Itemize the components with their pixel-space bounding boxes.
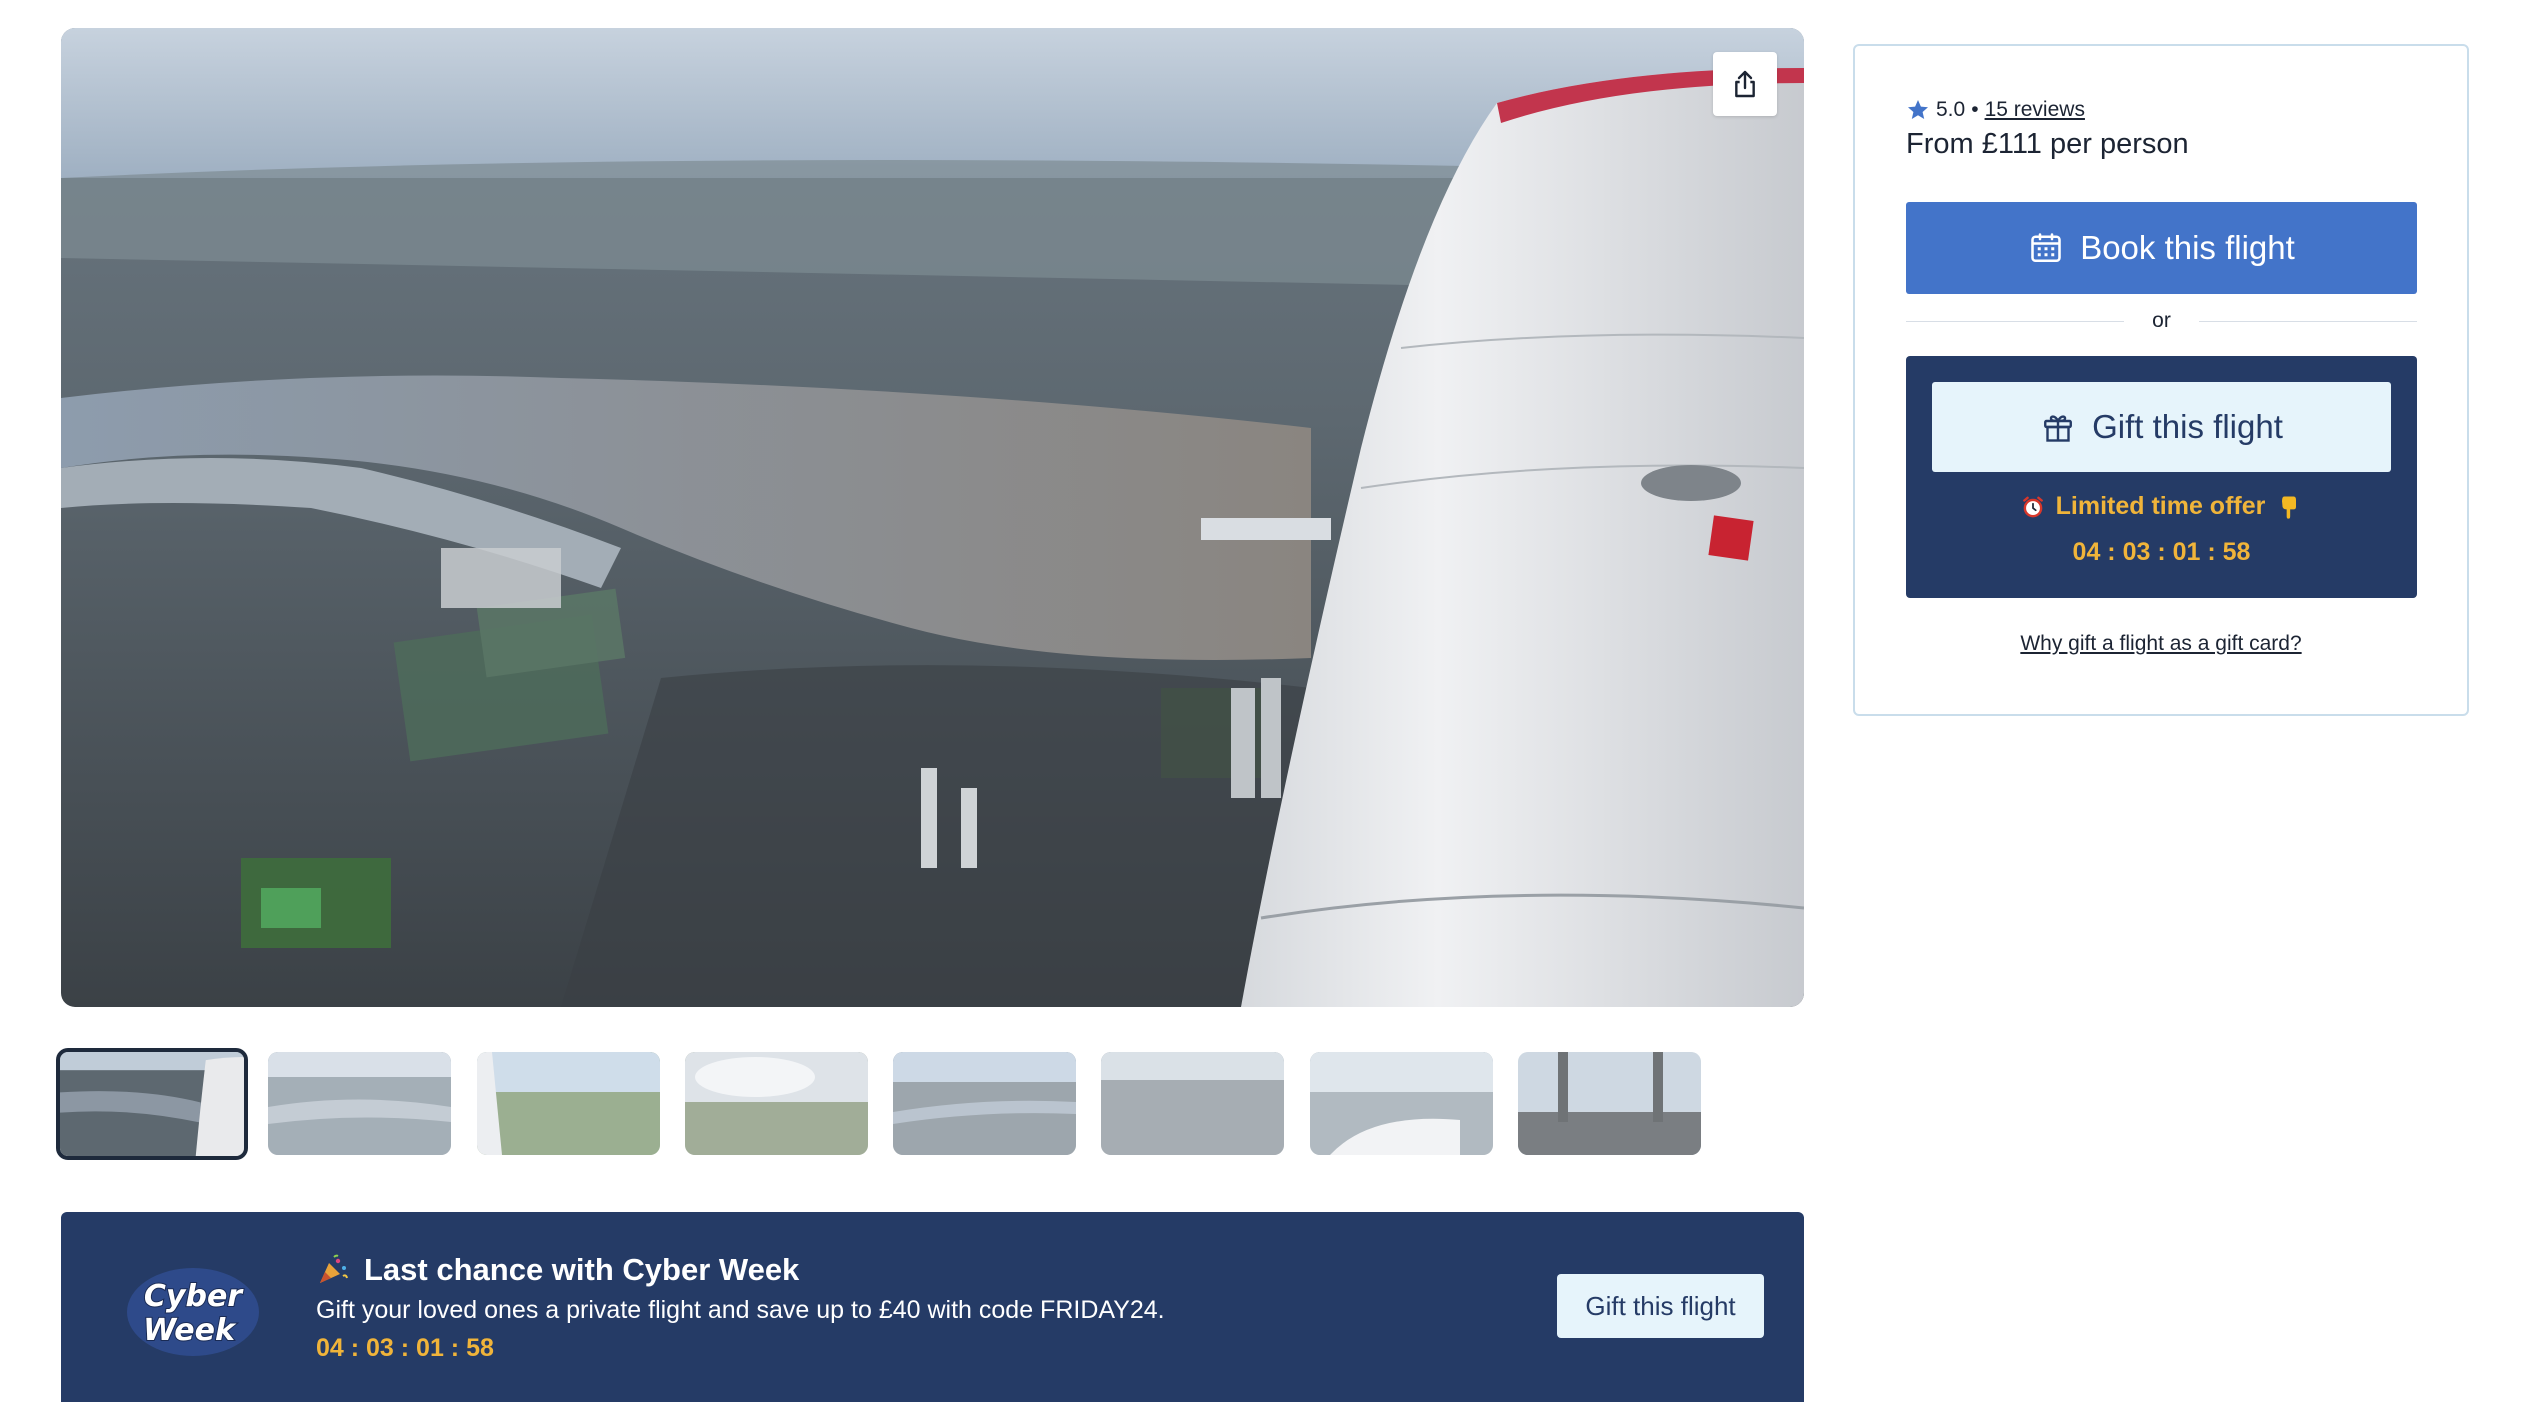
gift-flight-button[interactable]: Gift this flight <box>1932 382 2391 472</box>
divider-line <box>1906 320 2125 322</box>
limited-offer-label: Limited time offer <box>2055 492 2266 520</box>
thumbnail-image <box>268 1052 451 1155</box>
share-button[interactable] <box>1713 52 1777 116</box>
thumbnail-3[interactable] <box>477 1052 660 1155</box>
svg-text:Cyber: Cyber <box>144 1279 244 1314</box>
booking-card: 5.0 • 15 reviews From £111 per person Bo… <box>1853 44 2469 716</box>
thumbnail-4[interactable] <box>685 1052 868 1155</box>
thumbnail-image <box>1310 1052 1493 1155</box>
thumbnail-8[interactable] <box>1518 1052 1701 1155</box>
thumbnail-image <box>477 1052 660 1155</box>
rating-value: 5.0 <box>1936 98 1966 121</box>
thumbnail-image <box>1518 1052 1701 1155</box>
alarm-clock-icon <box>2022 496 2043 517</box>
book-flight-label: Book this flight <box>2080 229 2295 266</box>
thumbnail-image <box>1101 1052 1284 1155</box>
promo-gift-button[interactable]: Gift this flight <box>1557 1274 1764 1338</box>
aerial-photo <box>61 28 1804 1007</box>
promo-description: Gift your loved ones a private flight an… <box>316 1296 1165 1324</box>
reviews-link[interactable]: 15 reviews <box>1985 98 2085 122</box>
pointing-down-icon <box>2282 496 2297 519</box>
book-flight-button[interactable]: Book this flight <box>1906 202 2417 294</box>
star-icon <box>1908 100 1928 119</box>
cyber-week-logo: Cyber Week <box>127 1268 259 1356</box>
rating-separator: • <box>1971 98 1979 121</box>
cyber-week-banner: Cyber Week Last chance with Cyber Week G… <box>61 1212 1804 1402</box>
or-text: or <box>2152 309 2171 332</box>
why-gift-row: Why gift a flight as a gift card? <box>1855 632 2467 656</box>
thumbnail-image <box>893 1052 1076 1155</box>
promo-countdown: 04 : 03 : 01 : 58 <box>316 1334 494 1362</box>
price-label: From £111 per person <box>1906 128 2189 160</box>
offer-countdown: 04 : 03 : 01 : 58 <box>2072 538 2251 566</box>
calendar-icon <box>2031 233 2061 263</box>
thumbnail-1[interactable] <box>56 1048 248 1160</box>
hero-image[interactable] <box>61 28 1804 1007</box>
thumbnail-7[interactable] <box>1310 1052 1493 1155</box>
limited-offer: Limited time offer <box>1906 492 2417 521</box>
thumbnail-2[interactable] <box>268 1052 451 1155</box>
party-popper-icon <box>320 1254 348 1283</box>
gift-icon <box>2044 415 2073 442</box>
divider-line <box>2198 320 2417 322</box>
gift-panel: Gift this flight Limited time offer 04 :… <box>1906 356 2417 598</box>
share-icon <box>1735 70 1755 98</box>
promo-title-text: Last chance with Cyber Week <box>364 1252 800 1287</box>
gift-flight-label: Gift this flight <box>2092 408 2283 445</box>
thumbnail-image <box>685 1052 868 1155</box>
rating-row: 5.0 • 15 reviews <box>1906 98 2085 122</box>
thumbnail-6[interactable] <box>1101 1052 1284 1155</box>
thumbnail-strip <box>56 1048 1756 1160</box>
thumbnail-5[interactable] <box>893 1052 1076 1155</box>
promo-title: Last chance with Cyber Week <box>316 1252 799 1288</box>
thumbnail-image <box>60 1052 244 1156</box>
svg-text:Week: Week <box>143 1313 237 1348</box>
or-divider: or <box>1906 308 2417 334</box>
why-gift-link[interactable]: Why gift a flight as a gift card? <box>2020 632 2301 655</box>
